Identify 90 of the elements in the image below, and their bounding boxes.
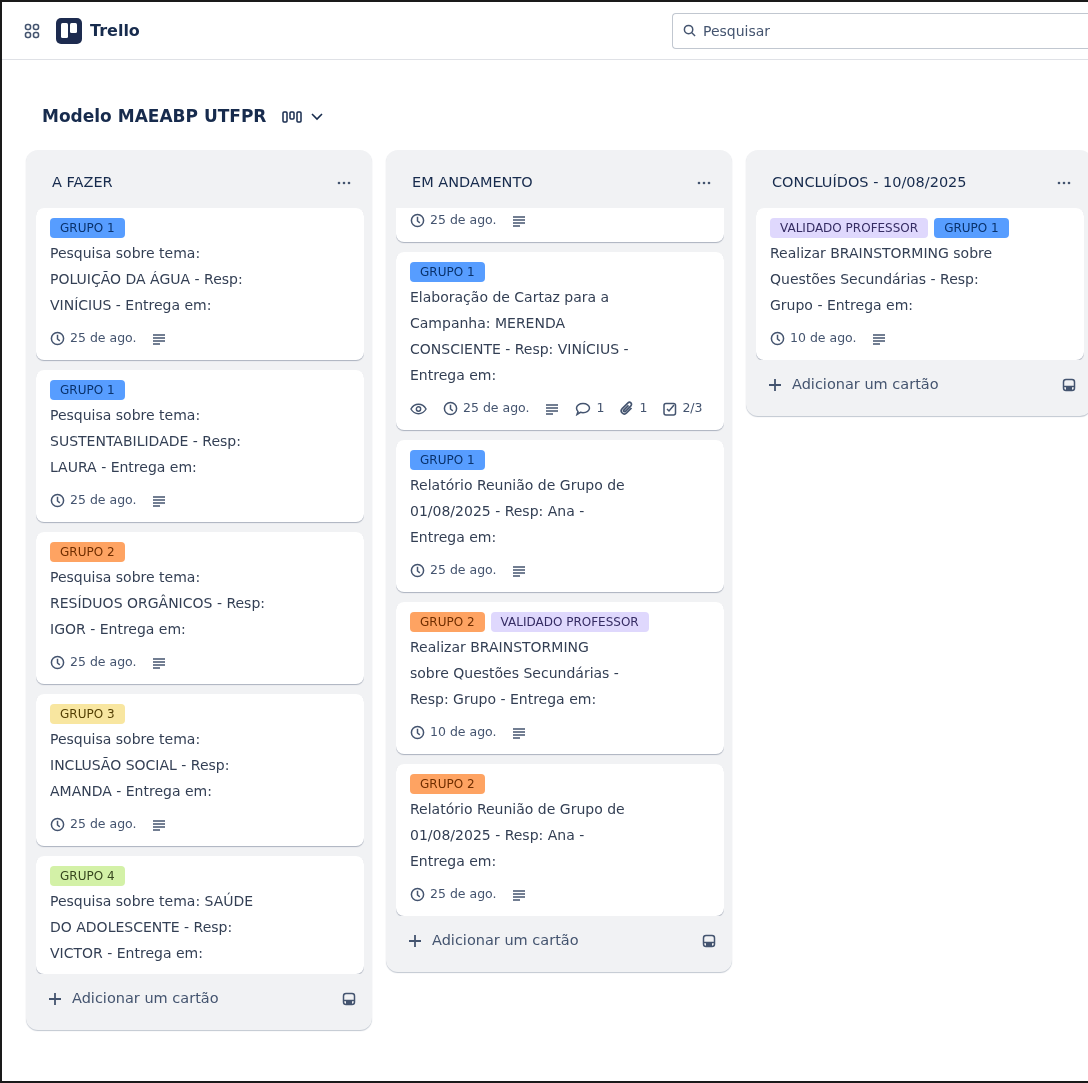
card-label: GRUPO 2: [50, 541, 125, 562]
clock-icon: [50, 493, 65, 509]
card[interactable]: GRUPO 1 Elaboração de Cartaz para a Campanha: MERENDA CONSCIENTE - Resp: VINÍCIUS - Entrega em: 25 de ago. 1 1 2/3: [396, 251, 724, 430]
card-label: GRUPO 1: [50, 217, 125, 238]
clock-icon: [50, 817, 65, 833]
badge-count: 2/3: [682, 399, 703, 418]
template-icon[interactable]: [702, 933, 716, 948]
lines-icon: [872, 332, 887, 345]
card-label: GRUPO 3: [50, 703, 125, 724]
card-label: GRUPO 4: [50, 865, 125, 886]
due-date: 25 de ago.: [70, 329, 137, 348]
search-field[interactable]: Pesquisar: [672, 12, 1088, 49]
app-name[interactable]: Trello: [90, 18, 140, 43]
plus-icon: [408, 933, 422, 948]
card-label: GRUPO 1: [410, 449, 485, 470]
due-date: 25 de ago.: [430, 885, 497, 904]
plus-icon: [48, 991, 62, 1006]
card-title: Elaboração de Cartaz para a Campanha: MERENDA CONSCIENTE - Resp: VINÍCIUS - Entrega em:: [410, 287, 630, 385]
card-title: Realizar BRAINSTORMING sobre Questões Secundárias - Resp: Grupo - Entrega em:: [410, 637, 620, 709]
due-date: 25 de ago.: [70, 653, 137, 672]
card-title: Pesquisa sobre tema: RESÍDUOS ORGÂNICOS - Resp: IGOR - Entrega em:: [50, 567, 266, 639]
clock-icon: [50, 331, 65, 347]
card[interactable]: GRUPO 1 Relatório Reunião de Grupo de 01/08/2025 - Resp: Ana - Entrega em: 25 de ago.: [396, 439, 724, 592]
due-date: 10 de ago.: [790, 329, 857, 348]
card-label: VALIDADO PROFESSOR: [490, 611, 649, 632]
card[interactable]: GRUPO 2 Relatório Reunião de Grupo de 01/08/2025 - Resp: Ana - Entrega em: 25 de ago.: [396, 763, 724, 916]
lines-icon: [512, 214, 527, 227]
card[interactable]: 25 de ago.: [396, 207, 724, 242]
plus-icon: [768, 377, 782, 392]
clock-icon: [410, 887, 425, 903]
paperclip-icon: [620, 401, 635, 417]
card-title: Realizar BRAINSTORMING sobre Questões Secundárias - Resp: Grupo - Entrega em:: [770, 243, 994, 315]
card[interactable]: GRUPO 3 Pesquisa sobre tema: INCLUSÃO SOCIAL - Resp: AMANDA - Entrega em: 25 de ago.: [36, 693, 364, 846]
checkbox-icon: [663, 401, 678, 416]
card-title: Pesquisa sobre tema: POLUIÇÃO DA ÁGUA - Resp: VINÍCIUS - Entrega em:: [50, 243, 244, 315]
lines-icon: [152, 332, 167, 345]
clock-icon: [50, 655, 65, 671]
clock-icon: [410, 725, 425, 741]
board-view-icon[interactable]: [282, 111, 303, 123]
card-title: Relatório Reunião de Grupo de 01/08/2025 - Resp: Ana - Entrega em:: [410, 799, 626, 871]
clock-icon: [410, 213, 425, 229]
card-label: GRUPO 1: [410, 261, 485, 282]
speech-bubble-icon: [575, 401, 592, 416]
lines-icon: [512, 564, 527, 577]
add-card-button[interactable]: Adicionar um cartão: [48, 987, 219, 1010]
card-title: Pesquisa sobre tema: SUSTENTABILIDADE - Resp: LAURA - Entrega em:: [50, 405, 242, 477]
search-icon: [683, 23, 696, 37]
app-logo-icon: [56, 17, 82, 44]
lines-icon: [152, 494, 167, 507]
lines-icon: [152, 818, 167, 831]
add-card-button[interactable]: Adicionar um cartão: [408, 929, 579, 952]
lines-icon: [512, 888, 527, 901]
card[interactable]: GRUPO 2 VALIDADO PROFESSOR Realizar BRAINSTORMING sobre Questões Secundárias - Resp: Grupo - Entrega em: 10 de ago.: [396, 601, 724, 754]
template-icon[interactable]: [342, 991, 356, 1006]
apps-grid-icon[interactable]: [24, 22, 40, 39]
lines-icon: [545, 402, 560, 415]
chevron-icon[interactable]: [310, 112, 325, 122]
badge-count: 1: [596, 399, 605, 418]
card[interactable]: GRUPO 4 Pesquisa sobre tema: SAÚDE DO ADOLESCENTE - Resp: VICTOR - Entrega em:: [36, 855, 364, 974]
clock-icon: [410, 563, 425, 579]
due-date: 25 de ago.: [463, 399, 530, 418]
list-title: EM ANDAMENTO: [412, 173, 533, 192]
badge-count: 1: [639, 399, 648, 418]
eye-icon: [410, 402, 427, 415]
card[interactable]: GRUPO 1 Pesquisa sobre tema: POLUIÇÃO DA ÁGUA - Resp: VINÍCIUS - Entrega em: 25 de ago.: [36, 207, 364, 360]
card-label: VALIDADO PROFESSOR: [770, 217, 929, 238]
template-icon[interactable]: [1062, 377, 1076, 392]
due-date: 25 de ago.: [70, 815, 137, 834]
card-title: Pesquisa sobre tema: SAÚDE DO ADOLESCENTE - Resp: VICTOR - Entrega em:: [50, 891, 255, 963]
card[interactable]: VALIDADO PROFESSOR GRUPO 1 Realizar BRAINSTORMING sobre Questões Secundárias - Resp: Grupo - Entrega em: 10 de ago.: [756, 207, 1084, 360]
due-date: 10 de ago.: [430, 723, 497, 742]
lines-icon: [512, 726, 527, 739]
clock-icon: [770, 331, 785, 347]
add-card-button[interactable]: Adicionar um cartão: [768, 373, 939, 396]
card-label: GRUPO 1: [934, 217, 1009, 238]
card-label: GRUPO 1: [50, 379, 125, 400]
card-label: GRUPO 2: [410, 611, 485, 632]
card[interactable]: GRUPO 2 Pesquisa sobre tema: RESÍDUOS ORGÂNICOS - Resp: IGOR - Entrega em: 25 de ago.: [36, 531, 364, 684]
card-title: Pesquisa sobre tema: INCLUSÃO SOCIAL - Resp: AMANDA - Entrega em:: [50, 729, 231, 801]
list-title: A FAZER: [52, 173, 113, 192]
card-label: GRUPO 2: [410, 773, 485, 794]
card[interactable]: GRUPO 1 Pesquisa sobre tema: SUSTENTABILIDADE - Resp: LAURA - Entrega em: 25 de ago.: [36, 369, 364, 522]
board-title: Modelo MAEABP UTFPR: [42, 105, 267, 129]
due-date: 25 de ago.: [430, 211, 497, 230]
due-date: 25 de ago.: [70, 491, 137, 510]
list-title: CONCLUÍDOS - 10/08/2025: [772, 173, 967, 192]
clock-icon: [443, 401, 458, 417]
card-title: Relatório Reunião de Grupo de 01/08/2025 - Resp: Ana - Entrega em:: [410, 475, 626, 547]
lines-icon: [152, 656, 167, 669]
due-date: 25 de ago.: [430, 561, 497, 580]
